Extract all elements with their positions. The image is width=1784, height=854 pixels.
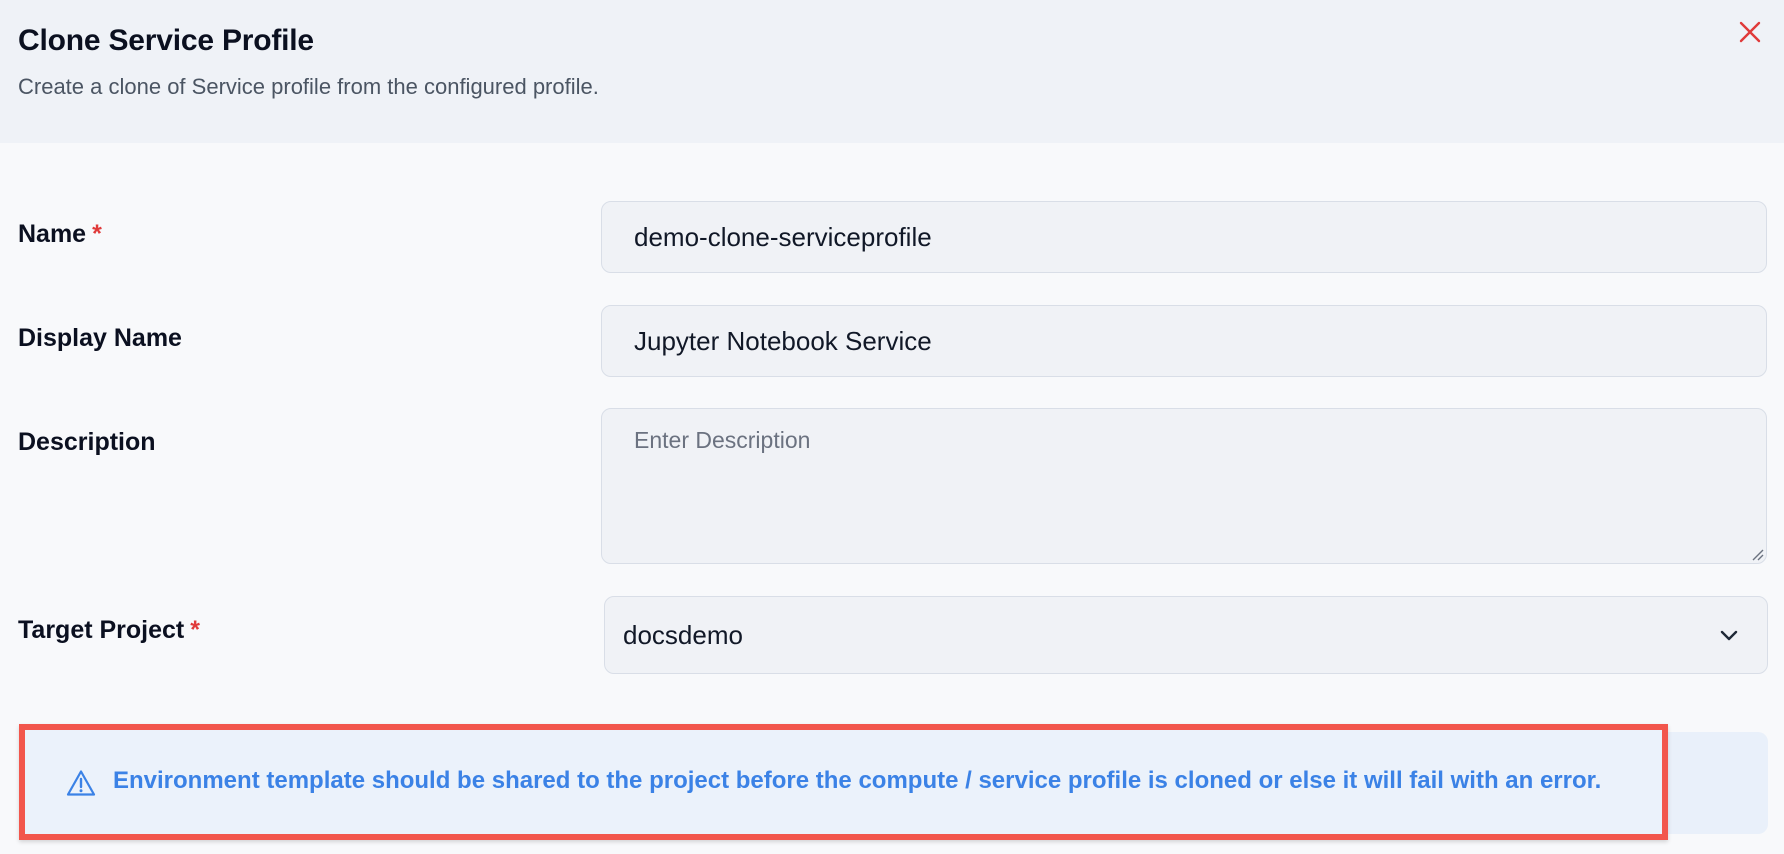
name-input[interactable] bbox=[601, 201, 1767, 273]
resize-handle-icon[interactable] bbox=[1750, 547, 1764, 561]
display-name-label: Display Name bbox=[18, 324, 182, 353]
display-name-label-text: Display Name bbox=[18, 324, 182, 352]
required-mark: * bbox=[190, 616, 200, 644]
target-project-label: Target Project * bbox=[18, 616, 200, 645]
name-label-text: Name bbox=[18, 220, 87, 248]
close-icon bbox=[1739, 21, 1761, 43]
description-label: Description bbox=[18, 428, 156, 457]
target-project-label-text: Target Project bbox=[18, 616, 185, 644]
target-project-select[interactable]: docsdemo bbox=[604, 596, 1768, 674]
close-button[interactable] bbox=[1736, 18, 1764, 46]
dialog-title: Clone Service Profile bbox=[18, 24, 314, 57]
name-label: Name * bbox=[18, 220, 102, 249]
required-mark: * bbox=[92, 220, 102, 248]
description-label-text: Description bbox=[18, 428, 156, 456]
warning-icon bbox=[66, 770, 96, 796]
description-textarea[interactable] bbox=[601, 408, 1767, 564]
target-project-value: docsdemo bbox=[623, 619, 743, 650]
dialog-header: Clone Service Profile Create a clone of … bbox=[0, 0, 1784, 143]
clone-service-profile-dialog: Clone Service Profile Create a clone of … bbox=[0, 0, 1784, 854]
alert-message: Environment template should be shared to… bbox=[113, 767, 1602, 794]
chevron-down-icon bbox=[1720, 630, 1738, 641]
display-name-input[interactable] bbox=[601, 305, 1767, 377]
dialog-subtitle: Create a clone of Service profile from t… bbox=[18, 74, 599, 99]
